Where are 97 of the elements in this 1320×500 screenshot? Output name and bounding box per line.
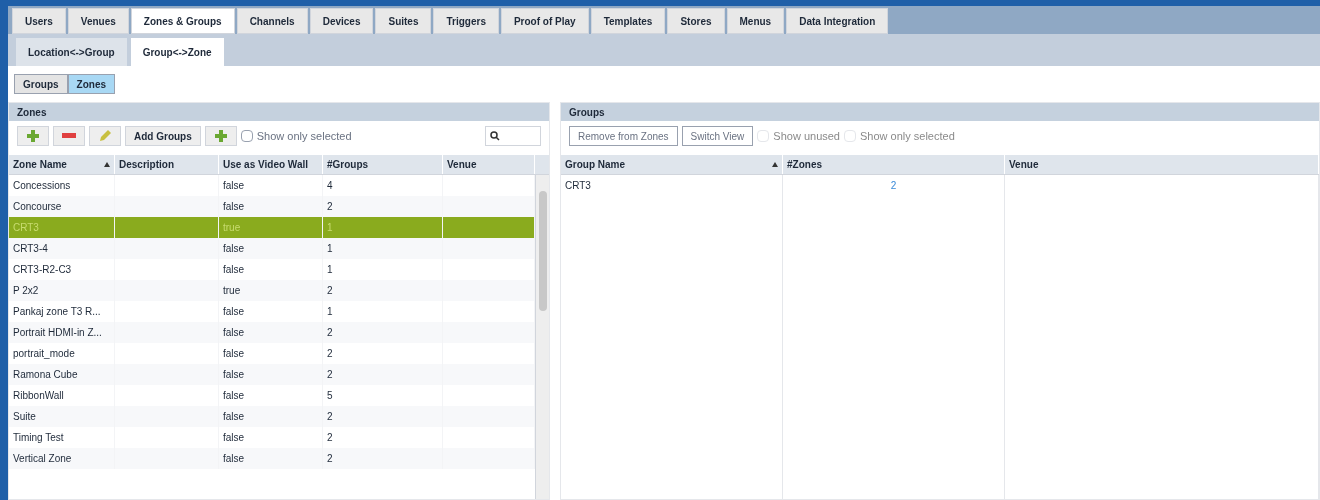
scrollbar[interactable] bbox=[535, 175, 549, 499]
table-cell-text: 2 bbox=[327, 326, 333, 340]
remove-button[interactable] bbox=[53, 126, 85, 146]
table-cell-text: 2 bbox=[327, 368, 333, 382]
column-header[interactable]: #Groups bbox=[323, 155, 443, 174]
table-row[interactable]: Portrait HDMI-in Z... false 2 bbox=[9, 322, 535, 343]
table-cell-text: RibbonWall bbox=[13, 389, 64, 403]
table-cell-text: false bbox=[223, 368, 245, 382]
table-cell-text: 1 bbox=[327, 305, 333, 319]
table-cell-text: Concourse bbox=[13, 200, 62, 214]
tab[interactable]: Users bbox=[12, 8, 66, 34]
plus-icon bbox=[213, 129, 228, 143]
table-cell-text: 1 bbox=[327, 242, 333, 256]
table-cell-text: Vertical Zone bbox=[13, 452, 72, 466]
column-header[interactable]: Venue bbox=[443, 155, 535, 174]
column-header[interactable]: Zone Name bbox=[9, 155, 115, 174]
table-cell-text: false bbox=[223, 179, 245, 193]
checkbox-label: Show unused bbox=[773, 128, 840, 144]
table-row[interactable]: Vertical Zone false 2 bbox=[9, 448, 535, 469]
table-cell-text: false bbox=[223, 410, 245, 424]
table-cell-text: 2 bbox=[327, 284, 333, 298]
toolbar-button[interactable]: Remove from Zones bbox=[569, 126, 678, 146]
sub-tab[interactable]: Location<->Group bbox=[16, 38, 127, 66]
table-cell-text: false bbox=[223, 347, 245, 361]
table-cell-text: P 2x2 bbox=[13, 284, 39, 298]
table-row[interactable]: Ramona Cube false 2 bbox=[9, 364, 535, 385]
column-header[interactable]: Use as Video Wall bbox=[219, 155, 323, 174]
column-header[interactable]: Venue bbox=[1005, 155, 1319, 174]
panel-title: Zones bbox=[17, 105, 47, 120]
table-row[interactable]: Suite false 2 bbox=[9, 406, 535, 427]
table-cell-text: Portrait HDMI-in Z... bbox=[13, 326, 102, 340]
tab[interactable]: Zones & Groups bbox=[130, 8, 235, 34]
table-cell-text: CRT3-4 bbox=[13, 242, 48, 256]
tab[interactable]: Templates bbox=[590, 8, 666, 34]
table-cell-text: 2 bbox=[327, 431, 333, 445]
minus-icon bbox=[62, 133, 76, 139]
table-row[interactable]: Concourse false 2 bbox=[9, 196, 535, 217]
add-button[interactable] bbox=[17, 126, 49, 146]
tab[interactable]: Venues bbox=[67, 8, 129, 34]
table-cell-text: false bbox=[223, 305, 245, 319]
table-row[interactable]: CRT3-4 false 1 bbox=[9, 238, 535, 259]
tab[interactable]: Proof of Play bbox=[500, 8, 589, 34]
tab[interactable]: Triggers bbox=[433, 8, 499, 34]
sort-arrow-icon bbox=[104, 162, 110, 167]
checkbox-label: Show only selected bbox=[256, 128, 352, 144]
table-cell-text: 5 bbox=[327, 389, 333, 403]
table-cell-text: 1 bbox=[327, 221, 333, 235]
table-cell-text: CRT3-R2-C3 bbox=[13, 263, 72, 277]
panel-title: Groups bbox=[569, 105, 605, 120]
table-cell-text: false bbox=[223, 263, 245, 277]
table-cell-text: false bbox=[223, 431, 245, 445]
column-header[interactable]: Group Name bbox=[561, 155, 783, 174]
plus-icon bbox=[26, 129, 40, 143]
table-cell-text: 1 bbox=[327, 263, 333, 277]
table-cell-text: Concessions bbox=[13, 179, 71, 193]
table-cell-text: CRT3 bbox=[565, 179, 591, 193]
table-cell-text: 2 bbox=[327, 200, 333, 214]
search-icon bbox=[490, 131, 500, 141]
tab[interactable]: Data Integration bbox=[786, 8, 889, 34]
table-cell-text: Ramona Cube bbox=[13, 368, 78, 382]
table-cell-text: false bbox=[223, 326, 245, 340]
add-groups-button[interactable]: Add Groups bbox=[125, 126, 201, 146]
table-cell-text: 2 bbox=[327, 410, 333, 424]
tab[interactable]: Suites bbox=[375, 8, 432, 34]
table-cell-text: true bbox=[223, 284, 241, 298]
table-cell-text: false bbox=[223, 200, 245, 214]
table-cell-text: true bbox=[223, 221, 241, 235]
tab[interactable]: Menus bbox=[726, 8, 785, 34]
tab[interactable]: Stores bbox=[667, 8, 725, 34]
column-header[interactable]: Description bbox=[115, 155, 219, 174]
table-cell-text: false bbox=[223, 242, 245, 256]
edit-button[interactable] bbox=[89, 126, 121, 146]
column-header[interactable]: #Zones bbox=[783, 155, 1005, 174]
sub-tab[interactable]: Group<->Zone bbox=[130, 38, 224, 66]
toggle-button[interactable]: Zones bbox=[67, 74, 115, 94]
table-cell-text: Suite bbox=[13, 410, 36, 424]
count-link[interactable]: 2 bbox=[890, 178, 897, 193]
table-cell-text: Pankaj zone T3 R... bbox=[13, 305, 101, 319]
table-cell-text: 2 bbox=[327, 347, 333, 361]
table-row[interactable]: P 2x2 true 2 bbox=[9, 280, 535, 301]
search-field[interactable] bbox=[485, 126, 541, 146]
table-cell-text: false bbox=[223, 389, 245, 403]
pencil-icon bbox=[98, 129, 112, 143]
checkbox[interactable] bbox=[240, 130, 253, 142]
tab[interactable]: Devices bbox=[309, 8, 374, 34]
table-cell-text: Timing Test bbox=[13, 431, 64, 445]
add-button[interactable] bbox=[204, 126, 237, 146]
tab[interactable]: Channels bbox=[236, 8, 308, 34]
table-cell-text: 4 bbox=[327, 179, 333, 193]
toggle-button[interactable]: Groups bbox=[14, 74, 68, 94]
table-cell-text: portrait_mode bbox=[13, 347, 75, 361]
table-cell-text: false bbox=[223, 452, 245, 466]
sort-arrow-icon bbox=[772, 162, 778, 167]
toolbar-button[interactable]: Switch View bbox=[681, 126, 754, 146]
checkbox-label: Show only selected bbox=[860, 128, 955, 144]
table-cell-text: CRT3 bbox=[13, 221, 39, 235]
table-cell-text: 2 bbox=[327, 452, 333, 466]
